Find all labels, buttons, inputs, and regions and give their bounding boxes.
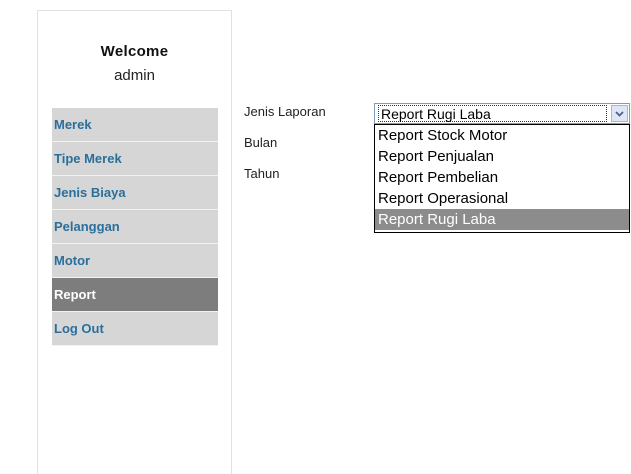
sidebar: Welcome admin Merek Tipe Merek Jenis Bia… [37, 10, 232, 474]
jenis-laporan-label: Jenis Laporan [244, 104, 326, 119]
sidebar-item-jenis-biaya[interactable]: Jenis Biaya [52, 176, 218, 210]
sidebar-item-motor[interactable]: Motor [52, 244, 218, 278]
option-report-rugi-laba[interactable]: Report Rugi Laba [375, 209, 629, 230]
tahun-label: Tahun [244, 166, 280, 181]
sidebar-item-merek[interactable]: Merek [52, 108, 218, 142]
chevron-down-icon [615, 110, 624, 117]
option-report-penjualan[interactable]: Report Penjualan [375, 146, 629, 167]
jenis-laporan-select[interactable]: Report Rugi Laba [374, 103, 630, 124]
sidebar-item-tipe-merek[interactable]: Tipe Merek [52, 142, 218, 176]
bulan-label: Bulan [244, 135, 278, 150]
sidebar-menu: Merek Tipe Merek Jenis Biaya Pelanggan M… [52, 108, 218, 346]
option-report-stock-motor[interactable]: Report Stock Motor [375, 125, 629, 146]
option-report-operasional[interactable]: Report Operasional [375, 188, 629, 209]
sidebar-item-log-out[interactable]: Log Out [52, 312, 218, 346]
welcome-title: Welcome [100, 43, 169, 60]
page: Welcome admin Merek Tipe Merek Jenis Bia… [0, 0, 631, 474]
sidebar-item-pelanggan[interactable]: Pelanggan [52, 210, 218, 244]
username-label: admin [114, 67, 155, 84]
option-report-pembelian[interactable]: Report Pembelian [375, 167, 629, 188]
sidebar-item-report[interactable]: Report [52, 278, 218, 312]
select-current-value: Report Rugi Laba [378, 105, 607, 122]
dropdown-arrow-button[interactable] [611, 105, 628, 122]
jenis-laporan-dropdown-list: Report Stock Motor Report Penjualan Repo… [374, 124, 630, 233]
